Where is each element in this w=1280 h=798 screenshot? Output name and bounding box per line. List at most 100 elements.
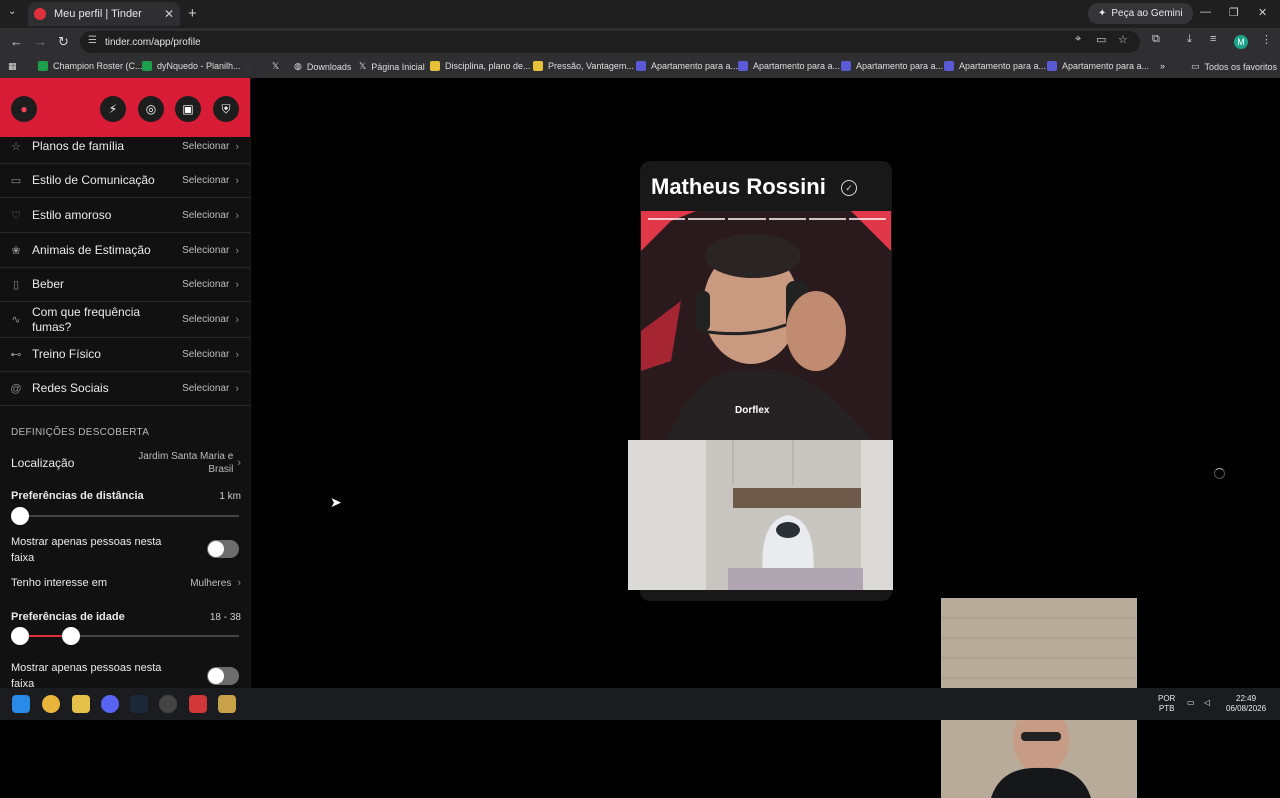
gemini-label: Peça ao Gemini bbox=[1111, 8, 1183, 19]
menu-icon[interactable]: ⋮ bbox=[1261, 33, 1272, 46]
tinder-flame-icon[interactable]: ● bbox=[11, 96, 37, 122]
more-bookmarks-icon[interactable]: » bbox=[1160, 61, 1165, 71]
profile-avatar[interactable]: M bbox=[1234, 35, 1248, 49]
bookmark-star-icon[interactable]: ☆ bbox=[1118, 33, 1128, 46]
tab-search-icon[interactable]: ⌄ bbox=[8, 6, 16, 17]
back-icon[interactable]: ← bbox=[10, 34, 23, 49]
forward-icon[interactable]: → bbox=[34, 34, 47, 49]
only-range-toggle[interactable] bbox=[207, 540, 239, 558]
steam-icon[interactable] bbox=[130, 695, 148, 713]
windows-taskbar: POR PTB ▭ ◁ 22:49 06/08/2026 bbox=[0, 688, 1280, 720]
smoke-icon: ∿ bbox=[11, 314, 21, 326]
boost-icon[interactable]: ⚡ bbox=[100, 96, 126, 122]
only-range-toggle-2[interactable] bbox=[207, 667, 239, 685]
family-icon: ☆ bbox=[11, 141, 21, 153]
league-icon[interactable] bbox=[218, 695, 236, 713]
install-icon[interactable]: ▭ bbox=[1096, 33, 1106, 46]
location-icon[interactable]: ⌖ bbox=[1075, 33, 1081, 46]
apps-icon[interactable]: ▦ bbox=[8, 61, 17, 72]
minimize-icon[interactable]: — bbox=[1200, 6, 1211, 18]
row-family-plans[interactable]: ☆ Planos de família Selecionar › bbox=[0, 130, 250, 164]
interest-row[interactable]: Tenho interesse em Mulheres › bbox=[11, 576, 241, 590]
row-smoke[interactable]: ∿ Com que frequência fumas? Selecionar › bbox=[0, 302, 250, 338]
bookmark-item[interactable]: ◌ bbox=[245, 61, 250, 71]
age-slider-min-knob[interactable] bbox=[11, 627, 29, 645]
reload-icon[interactable]: ↻ bbox=[58, 34, 69, 50]
tab-active[interactable]: Meu perfil | Tinder ✕ bbox=[28, 2, 180, 26]
profile-photo-illustration: Dorflex bbox=[641, 211, 891, 440]
explore-icon[interactable]: ◎ bbox=[138, 96, 164, 122]
clock[interactable]: 22:49 06/08/2026 bbox=[1226, 694, 1266, 714]
volume-icon[interactable]: ◁ bbox=[1204, 698, 1210, 708]
heart-chat-icon: ♡ bbox=[11, 210, 21, 222]
bookmark-item[interactable]: Pressão, Vantagem... bbox=[533, 61, 634, 71]
bookmark-item[interactable]: 𝕏 Página Inicial bbox=[359, 61, 425, 72]
discord-icon[interactable] bbox=[101, 695, 119, 713]
only-range-label-2: Mostrar apenas pessoas nesta faixa bbox=[11, 662, 162, 688]
bookmark-item[interactable]: Apartamento para a... bbox=[1047, 61, 1149, 71]
bookmark-item[interactable]: dyNquedo - Planilh... bbox=[142, 61, 241, 71]
row-fitness[interactable]: ⊷ Treino Físico Selecionar › bbox=[0, 338, 250, 372]
bookmarks-bar: ▦ Champion Roster (C... dyNquedo - Plani… bbox=[0, 56, 1280, 78]
row-drink[interactable]: ▯ Beber Selecionar › bbox=[0, 268, 250, 302]
site-icon bbox=[738, 61, 748, 71]
language-indicator[interactable]: POR PTB bbox=[1158, 694, 1175, 714]
windows-start-icon[interactable] bbox=[12, 695, 30, 713]
age-slider-max-knob[interactable] bbox=[62, 627, 80, 645]
mouse-cursor-icon: ➤ bbox=[330, 494, 342, 510]
restore-icon[interactable]: ❐ bbox=[1229, 6, 1239, 19]
x-logo-icon: 𝕏 bbox=[272, 61, 280, 71]
distance-slider-knob[interactable] bbox=[11, 507, 29, 525]
chevron-right-icon: › bbox=[235, 209, 239, 222]
location-row[interactable]: Localização Jardim Santa Maria e Brasil … bbox=[11, 450, 241, 476]
extensions-icon[interactable]: ⧉ bbox=[1152, 33, 1160, 46]
folder-icon bbox=[430, 61, 440, 71]
bookmark-item[interactable]: 𝕏 bbox=[272, 61, 279, 72]
bookmark-item[interactable]: ◍ Downloads bbox=[294, 61, 351, 72]
row-pets[interactable]: ❀ Animais de Estimação Selecionar › bbox=[0, 234, 250, 268]
room-illustration bbox=[628, 440, 893, 590]
bookmark-item[interactable]: Champion Roster (C... bbox=[38, 61, 143, 71]
chevron-right-icon: › bbox=[237, 577, 241, 589]
chevron-right-icon: › bbox=[237, 457, 241, 469]
photo-progress-bars bbox=[648, 218, 887, 220]
close-tab-icon[interactable]: ✕ bbox=[164, 7, 174, 21]
bookmark-item[interactable]: Apartamento para a... bbox=[841, 61, 943, 71]
gemini-button[interactable]: ✦ Peça ao Gemini bbox=[1088, 3, 1193, 24]
profile-name: Matheus Rossini bbox=[651, 174, 826, 199]
new-tab-icon[interactable]: + bbox=[188, 5, 197, 22]
chrome-icon[interactable] bbox=[42, 695, 60, 713]
file-explorer-icon[interactable] bbox=[72, 695, 90, 713]
row-love-style[interactable]: ♡ Estilo amoroso Selecionar › bbox=[0, 199, 250, 233]
url-field[interactable]: ☰ tinder.com/app/profile bbox=[80, 31, 1140, 53]
sheet-icon bbox=[142, 61, 152, 71]
profile-sidebar: ● ⚡ ◎ ▣ ⛨ ☆ Planos de família Selecionar… bbox=[0, 78, 251, 688]
profile-photo[interactable]: Dorflex bbox=[641, 211, 891, 440]
briefcase-icon[interactable]: ▣ bbox=[175, 96, 201, 122]
bookmark-item[interactable]: Disciplina, plano de... bbox=[430, 61, 531, 71]
all-bookmarks[interactable]: ▭ Todos os favoritos bbox=[1191, 61, 1277, 72]
site-icon bbox=[1047, 61, 1057, 71]
chat-icon: ▭ bbox=[10, 175, 22, 187]
download-icon[interactable]: ⤓ bbox=[1187, 33, 1192, 46]
distance-value: 1 km bbox=[219, 491, 241, 502]
bookmark-item[interactable]: Apartamento para a... bbox=[738, 61, 840, 71]
drink-icon: ▯ bbox=[12, 279, 20, 291]
site-info-icon[interactable]: ☰ bbox=[88, 35, 97, 46]
x-logo-icon: 𝕏 bbox=[359, 61, 367, 71]
row-social-networks[interactable]: @ Redes Sociais Selecionar › bbox=[0, 372, 250, 406]
close-window-icon[interactable]: ✕ bbox=[1258, 6, 1267, 19]
page-content: ● ⚡ ◎ ▣ ⛨ ☆ Planos de família Selecionar… bbox=[0, 78, 1280, 798]
network-icon[interactable]: ▭ bbox=[1187, 698, 1195, 708]
address-bar-row: ← → ↻ ☰ tinder.com/app/profile ⌖ ▭ ☆ ⧉ ⤓… bbox=[0, 28, 1280, 56]
distance-slider-track[interactable] bbox=[19, 515, 239, 517]
bookmark-item[interactable]: Apartamento para a... bbox=[944, 61, 1046, 71]
site-icon bbox=[944, 61, 954, 71]
media-icon[interactable]: ≡ bbox=[1210, 33, 1216, 45]
shield-icon[interactable]: ⛨ bbox=[213, 96, 239, 122]
bookmark-item[interactable]: Apartamento para a... bbox=[636, 61, 738, 71]
riot-icon[interactable] bbox=[189, 695, 207, 713]
at-icon: @ bbox=[10, 382, 22, 395]
app-icon[interactable] bbox=[159, 695, 177, 713]
row-communication-style[interactable]: ▭ Estilo de Comunicação Selecionar › bbox=[0, 164, 250, 198]
